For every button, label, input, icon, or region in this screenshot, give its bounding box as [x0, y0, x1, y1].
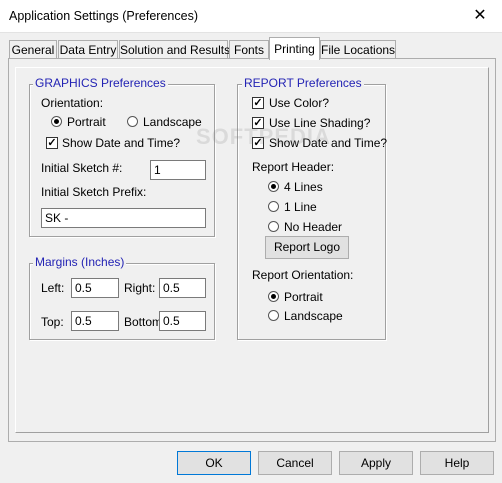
- tab-general[interactable]: General: [9, 40, 57, 59]
- tab-data-entry[interactable]: Data Entry: [58, 40, 118, 59]
- report-landscape-label[interactable]: Landscape: [284, 309, 343, 323]
- report-portrait-radio[interactable]: [268, 291, 279, 302]
- margins-legend: Margins (Inches): [33, 255, 127, 269]
- margin-top-label: Top:: [41, 315, 64, 329]
- graphics-show-date-checkbox[interactable]: ✓: [46, 137, 58, 149]
- prefix-label: Initial Sketch Prefix:: [41, 185, 147, 199]
- report-portrait-label[interactable]: Portrait: [284, 290, 323, 304]
- report-landscape-radio[interactable]: [268, 310, 279, 321]
- header-1-line-radio[interactable]: [268, 201, 279, 212]
- watermark: SOFTPEDIA: [196, 124, 331, 149]
- apply-button[interactable]: Apply: [339, 451, 413, 475]
- close-icon[interactable]: ✕: [468, 4, 492, 28]
- tab-file-locations[interactable]: File Locations: [320, 40, 396, 59]
- header-none-label[interactable]: No Header: [284, 220, 342, 234]
- margin-left-input[interactable]: 0.5: [71, 278, 119, 298]
- header-4-lines-radio[interactable]: [268, 181, 279, 192]
- graphics-show-date-label[interactable]: Show Date and Time?: [62, 136, 180, 150]
- use-color-label[interactable]: Use Color?: [269, 96, 329, 110]
- graphics-legend: GRAPHICS Preferences: [33, 76, 168, 90]
- report-logo-button[interactable]: Report Logo: [265, 236, 349, 259]
- graphics-landscape-label[interactable]: Landscape: [143, 115, 202, 129]
- tab-printing[interactable]: Printing: [269, 37, 320, 60]
- initial-sketch-label: Initial Sketch #:: [41, 161, 123, 175]
- help-button[interactable]: Help: [420, 451, 494, 475]
- window-title: Application Settings (Preferences): [9, 9, 198, 23]
- cancel-button[interactable]: Cancel: [258, 451, 332, 475]
- graphics-portrait-label[interactable]: Portrait: [67, 115, 106, 129]
- header-none-radio[interactable]: [268, 221, 279, 232]
- header-4-lines-label[interactable]: 4 Lines: [284, 180, 323, 194]
- use-color-checkbox[interactable]: ✓: [252, 97, 264, 109]
- ok-button[interactable]: OK: [177, 451, 251, 475]
- title-bar: Application Settings (Preferences) ✕: [0, 0, 502, 33]
- report-legend: REPORT Preferences: [242, 76, 364, 90]
- margin-top-input[interactable]: 0.5: [71, 311, 119, 331]
- margin-right-label: Right:: [124, 281, 156, 295]
- initial-sketch-input[interactable]: 1: [150, 160, 206, 180]
- report-orientation-label: Report Orientation:: [252, 268, 354, 282]
- margin-left-label: Left:: [41, 281, 65, 295]
- prefix-input[interactable]: SK -: [41, 208, 206, 228]
- tab-solution-and-results[interactable]: Solution and Results: [119, 40, 230, 59]
- orientation-label: Orientation:: [41, 96, 104, 110]
- graphics-portrait-radio[interactable]: [51, 116, 62, 127]
- report-header-label: Report Header:: [252, 160, 335, 174]
- margin-bottom-input[interactable]: 0.5: [159, 311, 206, 331]
- margin-right-input[interactable]: 0.5: [159, 278, 206, 298]
- header-1-line-label[interactable]: 1 Line: [284, 200, 317, 214]
- graphics-landscape-radio[interactable]: [127, 116, 138, 127]
- tab-fonts[interactable]: Fonts: [229, 40, 269, 59]
